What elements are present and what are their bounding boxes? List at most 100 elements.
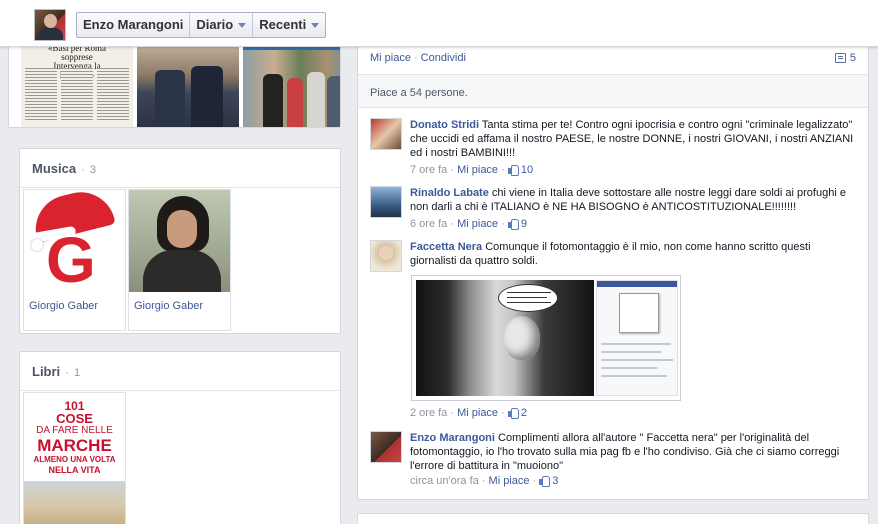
photo-figure [263,74,283,127]
separator-dot: · [413,52,418,64]
profile-avatar[interactable] [34,9,66,41]
comment-time[interactable]: 7 ore fa [410,164,447,176]
musica-title-label: Musica [32,161,77,176]
libri-count: 1 [73,367,81,379]
portrait-coat [143,250,221,292]
comment-like-link[interactable]: Mi piace [489,475,530,487]
comment-like-link[interactable]: Mi piace [457,218,498,230]
comment-bubble-icon [834,53,846,63]
music-tile-label[interactable]: Giorgio Gaber [29,300,98,312]
comment-meta: 2 ore fa · Mi piace · 2 [410,407,527,419]
comment-meta: 6 ore fa · Mi piace · 9 [410,218,527,230]
comment-like-count[interactable]: 2 [521,407,527,419]
newspaper-column [25,68,57,120]
fb-line [601,367,657,369]
comment-body: Donato Stridi Tanta stima per te! Contro… [410,118,860,160]
comment-author[interactable]: Faccetta Nera [410,241,482,253]
comment-time[interactable]: 2 ore fa [410,407,447,419]
music-tile-label[interactable]: Giorgio Gaber [134,300,203,312]
comment-meta: 7 ore fa · Mi piace · 10 [410,164,534,176]
comment-author[interactable]: Donato Stridi [410,119,479,131]
profile-name-label: Enzo Marangoni [83,17,184,32]
photos-card: «Basi per Roma sopprese Intervenga la Re… [8,40,341,128]
divider [20,390,340,391]
photo-newspaper[interactable]: «Basi per Roma sopprese Intervenga la Re… [21,40,133,127]
speech-bubble [498,284,558,312]
facebook-screenshot-thumb [596,280,678,396]
book-title-line: DA FARE NELLE [36,425,113,436]
music-cover-portrait [129,190,230,292]
thumbs-up-icon [507,164,519,176]
photo-figure [287,78,303,127]
fb-line [601,343,671,345]
likes-summary: Piace a 54 persone. [358,74,868,108]
music-tile[interactable]: G Giorgio Gaber [23,189,126,331]
musica-title[interactable]: Musica · 3 [32,161,96,176]
comment-time[interactable]: circa un'ora fa [410,475,479,487]
musica-count-prefix: · [78,164,88,176]
photo-figure [155,70,185,127]
libri-count-prefix: · [62,367,72,379]
comment-photomontage-image[interactable] [411,275,681,401]
comment-like-count[interactable]: 9 [521,218,527,230]
avatar[interactable] [370,431,402,463]
diario-label: Diario [196,17,234,32]
timeline-top-bar: Enzo Marangoni Diario Recenti [0,0,878,47]
thumbs-up-icon [507,218,519,230]
musica-card: Musica · 3 G Giorgio Gaber Giorgio Gaber [19,148,341,334]
comment-like-count[interactable]: 3 [552,475,558,487]
book-title-line: NELLA VITA [48,465,101,475]
photo-figure [327,76,340,127]
fb-line [601,351,661,353]
avatar[interactable] [370,186,402,218]
comment-body: Faccetta Nera Comunque il fotomontaggio … [410,240,860,268]
comment-author[interactable]: Rinaldo Labate [410,187,489,199]
next-post-card [357,513,869,524]
comment-like-link[interactable]: Mi piace [457,164,498,176]
like-link[interactable]: Mi piace [370,52,411,64]
timeline-nav: Enzo Marangoni Diario Recenti [76,12,327,38]
likes-summary-text[interactable]: Piace a 54 persone. [370,87,468,99]
chevron-down-icon [238,22,247,28]
santa-hat-pompom [30,238,44,252]
avatar[interactable] [370,118,402,150]
comment-count-value: 5 [849,52,856,64]
book-title-line: ALMENO UNA VOLTA [33,455,116,464]
comment-like-count[interactable]: 10 [521,164,533,176]
photo-crowd-outdoors[interactable] [243,40,340,127]
profile-name-button[interactable]: Enzo Marangoni [77,13,191,37]
fb-line [601,359,673,361]
book-title-line: COSE [56,411,93,426]
g-letter-logo: G [46,224,96,292]
photomontage-head [504,316,540,360]
libri-title[interactable]: Libri · 1 [32,364,80,379]
newspaper-column [61,68,93,120]
music-tile[interactable]: Giorgio Gaber [128,189,231,331]
fb-dropdown-menu [619,293,659,333]
comment-author[interactable]: Enzo Marangoni [410,432,495,444]
comment-like-link[interactable]: Mi piace [457,407,498,419]
divider [20,187,340,188]
thumbs-up-icon [507,407,519,419]
comment-body: Enzo Marangoni Complimenti allora all'au… [410,431,860,473]
recenti-dropdown[interactable]: Recenti [253,13,325,37]
libri-title-label: Libri [32,364,61,379]
chevron-down-icon [311,22,320,28]
libri-card: Libri · 1 101 COSE DA FARE NELLE MARCHE … [19,351,341,524]
recenti-label: Recenti [259,17,307,32]
book-cover[interactable]: 101 COSE DA FARE NELLE MARCHE ALMENO UNA… [23,392,126,524]
share-link[interactable]: Condividi [421,52,466,64]
portrait-face [167,210,197,248]
photo-people-indoors[interactable] [137,40,239,127]
photo-figure [191,66,223,127]
fb-line [601,375,667,377]
diario-dropdown[interactable]: Diario [190,13,254,37]
comment-time[interactable]: 6 ore fa [410,218,447,230]
newspaper-column [97,68,129,120]
book-cover-photo [24,481,125,524]
comment-body: Rinaldo Labate chi viene in Italia deve … [410,186,860,214]
music-cover-gaber-logo: G [24,190,125,292]
comment-count[interactable]: 5 [834,52,856,64]
thumbs-up-icon [539,475,551,487]
avatar[interactable] [370,240,402,272]
